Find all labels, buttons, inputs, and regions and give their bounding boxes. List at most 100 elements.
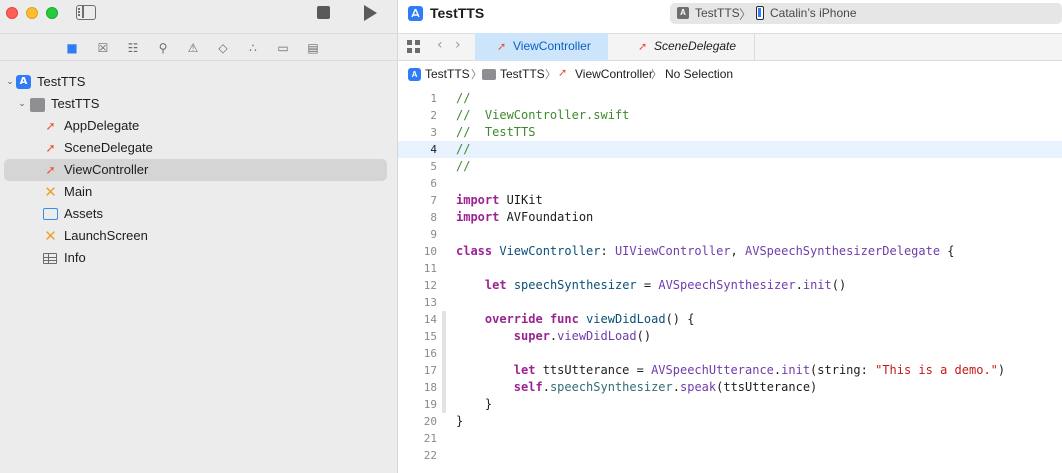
sidebar-item-testtts[interactable]: ⌄ A TestTTS	[0, 71, 398, 93]
code-line[interactable]: 1 //	[398, 90, 1062, 107]
code-token-comment: // TestTTS	[456, 125, 536, 139]
code-line[interactable]: 9	[398, 226, 1062, 243]
code-line[interactable]: 13	[398, 294, 1062, 311]
sidebar-item-assets[interactable]: Assets	[0, 203, 398, 225]
code-fold-ribbon[interactable]	[442, 226, 446, 243]
code-token-type: speak	[680, 380, 717, 394]
code-fold-ribbon[interactable]	[442, 362, 446, 379]
code-line[interactable]: 17 let ttsUtterance = AVSpeechUtterance.…	[398, 362, 1062, 379]
code-line[interactable]: 7 import UIKit	[398, 192, 1062, 209]
minimize-window-button[interactable]	[26, 7, 38, 19]
code-line[interactable]: 12 let speechSynthesizer = AVSpeechSynth…	[398, 277, 1062, 294]
sidebar-item-main[interactable]: ✕ Main	[0, 181, 398, 203]
debug-navigator-spray-icon[interactable]: ∴	[245, 40, 261, 56]
code-fold-ribbon[interactable]	[442, 294, 446, 311]
run-destination-device[interactable]: Catalin’s iPhone	[770, 6, 857, 20]
code-line[interactable]: 20}	[398, 413, 1062, 430]
sidebar-item-scenedelegate[interactable]: ➚ SceneDelegate	[0, 137, 398, 159]
code-line[interactable]: 10 class ViewController: UIViewController…	[398, 243, 1062, 260]
run-icon[interactable]	[364, 5, 377, 21]
code-fold-ribbon[interactable]	[442, 345, 446, 362]
code-line[interactable]: 8 import AVFoundation	[398, 209, 1062, 226]
code-line[interactable]: 16	[398, 345, 1062, 362]
code-line[interactable]: 22	[398, 447, 1062, 464]
breadcrumb-file[interactable]: ViewController	[575, 67, 653, 81]
code-line[interactable]: 2 // ViewController.swift	[398, 107, 1062, 124]
code-fold-ribbon[interactable]	[442, 260, 446, 277]
code-fold-ribbon[interactable]	[442, 396, 446, 413]
line-number: 11	[423, 262, 437, 275]
code-fold-ribbon[interactable]	[442, 141, 446, 158]
code-fold-ribbon[interactable]	[442, 447, 446, 464]
code-token-plain: )	[997, 363, 1006, 377]
zoom-window-button[interactable]	[46, 7, 58, 19]
source-control-navigator-icon[interactable]: ☒	[95, 40, 111, 56]
code-token-plain: ()	[831, 278, 847, 292]
code-fold-ribbon[interactable]	[442, 277, 446, 294]
code-line[interactable]: 15 super.viewDidLoad()	[398, 328, 1062, 345]
tab-scenedelegate[interactable]: ➚ SceneDelegate	[625, 33, 755, 61]
forward-chevron-icon[interactable]: ›	[455, 37, 461, 53]
code-token-type: viewDidLoad	[557, 329, 637, 343]
line-number: 7	[430, 194, 437, 207]
project-navigator-folder-icon[interactable]: ■	[64, 40, 80, 56]
code-line[interactable]: 6	[398, 175, 1062, 192]
code-line[interactable]: 18 self.speechSynthesizer.speak(ttsUtter…	[398, 379, 1062, 396]
code-fold-ribbon[interactable]	[442, 90, 446, 107]
sidebar-item-viewcontroller[interactable]: ➚ ViewController	[0, 159, 398, 181]
code-fold-ribbon[interactable]	[442, 328, 446, 345]
breakpoint-navigator-tag-icon[interactable]: ▭	[275, 40, 291, 56]
tab-viewcontroller[interactable]: ➚ ViewController	[475, 33, 608, 61]
code-fold-ribbon[interactable]	[442, 430, 446, 447]
disclosure-chevron-icon[interactable]: ⌄	[17, 93, 27, 115]
code-line[interactable]: 14 override func viewDidLoad() {	[398, 311, 1062, 328]
sidebar-item-launchscreen[interactable]: ✕ LaunchScreen	[0, 225, 398, 247]
code-line[interactable]: 3 // TestTTS	[398, 124, 1062, 141]
code-line[interactable]: 11	[398, 260, 1062, 277]
swift-file-icon: ➚	[45, 141, 56, 155]
code-fold-ribbon[interactable]	[442, 192, 446, 209]
disclosure-chevron-icon[interactable]: ⌄	[5, 71, 15, 93]
breadcrumb-group[interactable]: TestTTS	[500, 67, 545, 81]
back-chevron-icon[interactable]: ‹	[437, 37, 443, 53]
code-fold-ribbon[interactable]	[442, 107, 446, 124]
scheme-selector[interactable]: A TestTTS 〉 Catalin’s iPhone	[670, 3, 1062, 24]
code-fold-ribbon[interactable]	[442, 158, 446, 175]
code-fold-ribbon[interactable]	[442, 209, 446, 226]
code-token-plain: ttsUtterance =	[535, 363, 652, 377]
code-line[interactable]: 5 //	[398, 158, 1062, 175]
code-line[interactable]: 19 }	[398, 396, 1062, 413]
source-editor-panel: TestTTS A TestTTS 〉 Catalin’s iPhone ‹ ›…	[398, 0, 1062, 473]
report-navigator-list-icon[interactable]: ▤	[305, 40, 321, 56]
code-fold-ribbon[interactable]	[442, 379, 446, 396]
scheme-name[interactable]: TestTTS	[695, 6, 740, 20]
code-editor[interactable]: 1 // 2 // ViewController.swift 3 // TestTTS 4 /…	[398, 90, 1062, 473]
asset-catalog-icon	[43, 208, 58, 220]
find-navigator-search-icon[interactable]: ⚲	[155, 40, 171, 56]
code-fold-ribbon[interactable]	[442, 243, 446, 260]
stop-icon[interactable]	[317, 6, 330, 19]
sidebar-item-appdelegate[interactable]: ➚ AppDelegate	[0, 115, 398, 137]
code-token-keyword: override	[484, 312, 543, 326]
test-navigator-diamond-icon[interactable]: ◇	[215, 40, 231, 56]
breadcrumb-chevron-icon: 〉	[651, 68, 662, 81]
iphone-device-icon	[756, 6, 764, 20]
related-items-grid-icon[interactable]	[407, 40, 421, 54]
sidebar-item-testtts[interactable]: ⌄ TestTTS	[0, 93, 398, 115]
code-fold-ribbon[interactable]	[442, 124, 446, 141]
code-token-plain: (ttsUtterance)	[716, 380, 818, 394]
breadcrumb-symbol[interactable]: No Selection	[665, 67, 733, 81]
toggle-navigator-icon[interactable]	[76, 5, 96, 20]
symbol-navigator-icon[interactable]: ☷	[125, 40, 141, 56]
close-window-button[interactable]	[6, 7, 18, 19]
sidebar-item-info[interactable]: Info	[0, 247, 398, 269]
issue-navigator-warning-icon[interactable]: ⚠	[185, 40, 201, 56]
code-line[interactable]: 21	[398, 430, 1062, 447]
folder-icon	[30, 98, 45, 112]
code-line[interactable]: 4 //	[398, 141, 1062, 158]
code-fold-ribbon[interactable]	[442, 311, 446, 328]
code-fold-ribbon[interactable]	[442, 175, 446, 192]
code-fold-ribbon[interactable]	[442, 413, 446, 430]
breadcrumb-project[interactable]: TestTTS	[425, 67, 470, 81]
sidebar-item-label: ViewController	[64, 162, 149, 177]
